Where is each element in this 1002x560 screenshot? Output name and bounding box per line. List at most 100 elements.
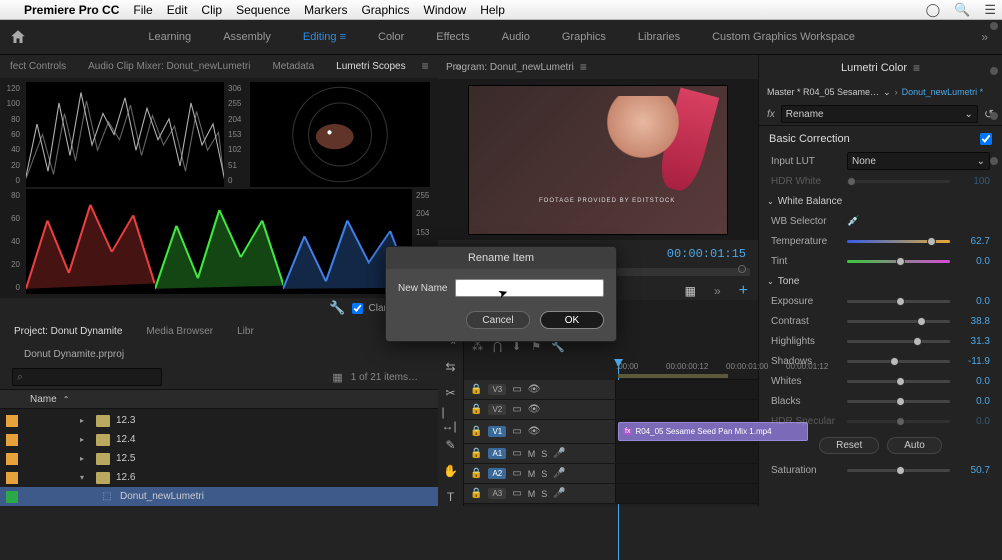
blacks-slider[interactable] xyxy=(847,400,950,403)
tab-media-browser[interactable]: Media Browser xyxy=(140,326,219,337)
mute-button[interactable]: M xyxy=(528,489,536,499)
saturation-value[interactable]: 50.7 xyxy=(958,465,990,476)
wrench-icon[interactable]: 🔧 xyxy=(329,300,345,316)
temperature-slider[interactable] xyxy=(847,240,950,243)
solo-button[interactable]: S xyxy=(541,449,547,459)
twisty-icon[interactable]: ▸ xyxy=(80,454,90,463)
home-icon[interactable] xyxy=(8,28,28,46)
project-search[interactable]: ⌕ xyxy=(12,368,162,386)
contrast-slider[interactable] xyxy=(847,320,950,323)
toggle-output-icon[interactable]: ▭ xyxy=(512,384,521,395)
lock-icon[interactable]: 🔒 xyxy=(470,384,482,395)
ws-editing[interactable]: Editing ≡ xyxy=(291,27,358,47)
zoom-handle[interactable] xyxy=(990,67,998,75)
toggle-output-icon[interactable]: ▭ xyxy=(512,448,521,459)
bin-row[interactable]: ▸ 12.5 xyxy=(0,449,438,468)
out-marker[interactable] xyxy=(738,265,746,273)
eyedropper-icon[interactable]: 💉 xyxy=(847,216,859,227)
twisty-icon[interactable]: ▾ xyxy=(80,473,90,482)
eye-icon[interactable]: 👁 xyxy=(528,426,541,437)
white-balance-header[interactable]: ⌄White Balance xyxy=(759,191,1002,211)
menu-markers[interactable]: Markers xyxy=(304,3,347,17)
lumetri-panel-tab[interactable]: Lumetri Color ≡ xyxy=(759,55,1002,81)
sequence-link[interactable]: Donut_newLumetri * xyxy=(902,87,984,97)
panel-menu-icon[interactable]: ≡ xyxy=(913,61,920,75)
out-timecode[interactable]: 00:00:01:15 xyxy=(667,247,746,261)
track-label[interactable]: A3 xyxy=(488,488,506,499)
ws-graphics[interactable]: Graphics xyxy=(550,27,618,47)
temperature-value[interactable]: 62.7 xyxy=(958,236,990,247)
mute-button[interactable]: M xyxy=(528,469,536,479)
solo-button[interactable]: S xyxy=(541,469,547,479)
zoom-handle[interactable] xyxy=(990,112,998,120)
toggle-output-icon[interactable]: ▭ xyxy=(512,404,521,415)
add-button[interactable]: + xyxy=(737,280,750,302)
effect-dropdown[interactable]: Rename⌄ xyxy=(781,105,978,123)
toggle-output-icon[interactable]: ▭ xyxy=(512,468,521,479)
menu-graphics[interactable]: Graphics xyxy=(361,3,409,17)
menu-window[interactable]: Window xyxy=(424,3,467,17)
solo-button[interactable]: S xyxy=(541,489,547,499)
video-frame[interactable]: FOOTAGE PROVIDED BY EDITSTOCK xyxy=(468,85,728,235)
tab-metadata[interactable]: Metadata xyxy=(266,61,320,72)
bin-row[interactable]: ⬚ Donut_newLumetri xyxy=(0,487,438,506)
bin-row[interactable]: ▸ 12.4 xyxy=(0,430,438,449)
new-name-input[interactable] xyxy=(455,279,604,297)
input-lut-dropdown[interactable]: None⌄ xyxy=(847,152,990,170)
toggle-output-icon[interactable]: ▭ xyxy=(512,488,521,499)
mute-button[interactable]: M xyxy=(528,449,536,459)
ws-libraries[interactable]: Libraries xyxy=(626,27,692,47)
tint-value[interactable]: 0.0 xyxy=(958,256,990,267)
exposure-value[interactable]: 0.0 xyxy=(958,296,990,307)
lock-icon[interactable]: 🔒 xyxy=(470,488,482,499)
tab-audio-mixer[interactable]: Audio Clip Mixer: Donut_newLumetri xyxy=(82,61,256,72)
shadows-slider[interactable] xyxy=(847,360,950,363)
pen-tool[interactable]: ✎ xyxy=(442,436,460,454)
highlights-value[interactable]: 31.3 xyxy=(958,336,990,347)
auto-button[interactable]: Auto xyxy=(887,437,942,454)
tab-lumetri-scopes[interactable]: Lumetri Scopes xyxy=(330,61,411,72)
column-header[interactable]: Name ⌃ xyxy=(0,389,438,409)
time-ruler[interactable]: :00:00 00:00:00:12 00:00:01:00 00:00:01:… xyxy=(616,360,758,380)
tint-slider[interactable] xyxy=(847,260,950,263)
twisty-icon[interactable]: ▸ xyxy=(80,435,90,444)
hand-tool[interactable]: ✋ xyxy=(442,462,460,480)
track-body[interactable] xyxy=(616,444,758,463)
ws-assembly[interactable]: Assembly xyxy=(211,27,283,47)
track-label[interactable]: V3 xyxy=(488,384,506,395)
slip-tool[interactable]: |↔| xyxy=(442,410,460,428)
panel-menu-icon[interactable]: ≡ xyxy=(422,59,429,73)
panel-menu-icon[interactable]: ≡ xyxy=(580,60,587,74)
menu-sequence[interactable]: Sequence xyxy=(236,3,290,17)
contrast-value[interactable]: 38.8 xyxy=(958,316,990,327)
lock-icon[interactable]: 🔒 xyxy=(470,426,482,437)
ripple-tool[interactable]: ⇆ xyxy=(442,358,460,376)
export-frame-button[interactable]: ▦ xyxy=(683,282,698,300)
ws-custom[interactable]: Custom Graphics Workspace xyxy=(700,27,867,47)
clamp-checkbox[interactable] xyxy=(352,303,363,314)
track-body[interactable] xyxy=(616,484,758,503)
mic-icon[interactable]: 🎤 xyxy=(553,448,565,459)
bin-row[interactable]: ▸ 12.3 xyxy=(0,411,438,430)
menu-help[interactable]: Help xyxy=(480,3,505,17)
ok-button[interactable]: OK xyxy=(540,311,604,329)
zoom-handle[interactable] xyxy=(990,157,998,165)
work-area-bar[interactable] xyxy=(618,374,728,378)
shadows-value[interactable]: -11.9 xyxy=(958,356,990,367)
ws-color[interactable]: Color xyxy=(366,27,416,47)
chevron-down-icon[interactable]: ⌄ xyxy=(883,87,891,98)
exposure-slider[interactable] xyxy=(847,300,950,303)
track-label[interactable]: A1 xyxy=(488,448,506,459)
track-body[interactable] xyxy=(616,400,758,419)
view-icon[interactable]: ▦ xyxy=(332,371,342,384)
lock-icon[interactable]: 🔒 xyxy=(470,404,482,415)
blacks-value[interactable]: 0.0 xyxy=(958,396,990,407)
search-input[interactable] xyxy=(27,372,157,383)
ws-effects[interactable]: Effects xyxy=(424,27,481,47)
mic-icon[interactable]: 🎤 xyxy=(553,488,565,499)
eye-icon[interactable]: 👁 xyxy=(528,384,541,395)
zoom-handle[interactable] xyxy=(990,22,998,30)
track-label[interactable]: A2 xyxy=(488,468,506,479)
whites-value[interactable]: 0.0 xyxy=(958,376,990,387)
list-icon[interactable]: ☰ xyxy=(984,2,996,18)
